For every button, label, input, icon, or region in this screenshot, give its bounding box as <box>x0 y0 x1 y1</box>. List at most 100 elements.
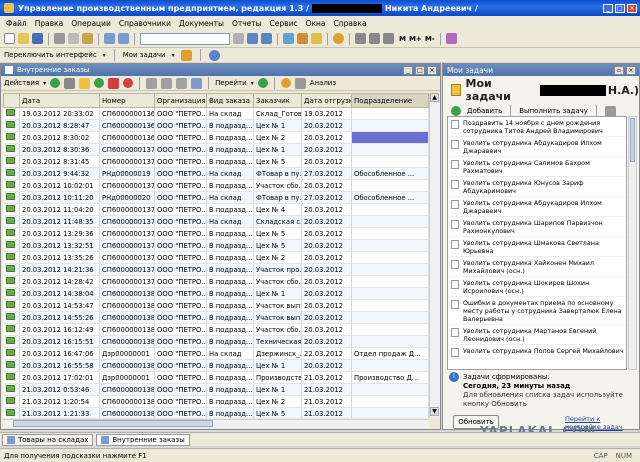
task-item[interactable]: Уволить сотрудника Шокиров Шохин Исроило… <box>448 277 626 297</box>
table-cell[interactable]: 20.03.2012 10:02:01 <box>19 179 100 192</box>
table-row[interactable]: 20.03.2012 14:21:36 СП60000001378 ООО "ПЕТ… <box>3 263 429 276</box>
table-cell[interactable] <box>351 383 429 396</box>
table-cell[interactable]: В подразд... <box>206 131 254 144</box>
switch-interface-button[interactable]: Переключить интерфейс <box>4 51 97 59</box>
table-cell[interactable]: Производство Д... <box>351 371 429 384</box>
table-cell[interactable]: ООО "ПЕТРО... <box>154 371 207 384</box>
table-cell[interactable]: Техническая ... <box>253 335 302 348</box>
add-task-button[interactable]: Добавить <box>467 107 502 115</box>
table-cell[interactable] <box>351 179 429 192</box>
go-menu[interactable]: Перейти <box>215 79 247 87</box>
table-cell[interactable]: СП60000001369 <box>99 131 155 144</box>
task-item[interactable]: Уволить сотрудника Хайконен Михаил Михай… <box>448 257 626 277</box>
table-cell[interactable]: ООО "ПЕТРО... <box>154 407 207 418</box>
add-icon[interactable] <box>50 78 61 88</box>
find-next-icon[interactable] <box>247 33 258 44</box>
panel-pin-button[interactable]: ▫ <box>614 65 624 75</box>
undo-icon[interactable] <box>104 33 115 44</box>
table-cell[interactable]: 20.03.2012 14:38:04 <box>19 287 100 300</box>
table-cell[interactable]: 20.03.2012 14:55:26 <box>19 311 100 324</box>
table-cell[interactable]: СП60000001367 <box>99 107 155 120</box>
table-cell[interactable]: Цех № 1 <box>253 287 302 300</box>
my-tasks-button[interactable]: Мои задачи <box>123 51 166 59</box>
table-cell[interactable] <box>351 359 429 372</box>
save-icon[interactable] <box>32 33 43 44</box>
table-cell[interactable]: ООО "ПЕТРО... <box>154 287 207 300</box>
table-cell[interactable]: 20.03.2012 <box>301 287 352 300</box>
table-row[interactable]: 20.03.2012 13:32:51 СП60000001376 ООО "ПЕТ… <box>3 239 429 252</box>
table-cell[interactable]: Цех № 2 <box>253 395 302 408</box>
table-row[interactable]: 20.03.2012 14:38:04 СП60000001380 ООО "ПЕТ… <box>3 287 429 300</box>
menu-item[interactable]: Операции <box>71 19 111 28</box>
table-row[interactable]: 21.03.2012 0:53:46 СП60000001386 ООО "ПЕТР… <box>3 383 429 396</box>
table-cell[interactable]: ООО "ПЕТРО... <box>154 215 207 228</box>
table-cell[interactable] <box>351 227 429 240</box>
table-cell[interactable]: СП60000001383 <box>99 323 155 336</box>
open-folder-icon[interactable] <box>18 33 29 44</box>
table-cell[interactable]: 20.03.2012 <box>301 311 352 324</box>
calculator-icon[interactable] <box>297 33 308 44</box>
chevron-down-icon[interactable]: ▾ <box>251 80 254 87</box>
table-cell[interactable]: 27.03.2012 <box>301 191 352 204</box>
table-cell[interactable]: ФТовар в пу... <box>253 167 302 180</box>
table-row[interactable]: 20.03.2012 16:12:49 СП60000001383 ООО "ПЕТ… <box>3 323 429 336</box>
table-cell[interactable]: 21.03.2012 1:20:54 <box>19 395 100 408</box>
analysis-button[interactable]: Анализ <box>310 79 336 87</box>
table-cell[interactable]: 20.03.2012 16:55:58 <box>19 359 100 372</box>
table-cell[interactable]: ООО "ПЕТРО... <box>154 263 207 276</box>
table-cell[interactable]: Цех № 5 <box>253 239 302 252</box>
table-cell[interactable]: СП60000001372 <box>99 179 155 192</box>
table-cell[interactable]: Отдел продаж Д... <box>351 347 429 360</box>
table-cell[interactable]: 21.03.2012 <box>301 407 352 418</box>
sort-icon[interactable] <box>191 77 203 89</box>
window-minimize-button[interactable]: _ <box>403 65 413 75</box>
edit-row-icon[interactable] <box>79 77 91 89</box>
table-cell[interactable]: СП60000001383 <box>99 311 155 324</box>
table-row[interactable]: 20.03.2012 16:47:06 Дзр00000001 ООО "ПЕТРО… <box>3 347 429 360</box>
table-cell[interactable]: ООО "ПЕТРО... <box>154 239 207 252</box>
column-header[interactable]: Организация <box>154 93 207 108</box>
table-cell[interactable]: 20.03.2012 <box>301 239 352 252</box>
table-cell[interactable]: В подразд... <box>206 299 254 312</box>
table-cell[interactable]: 21.03.2012 <box>301 371 352 384</box>
table-cell[interactable] <box>351 239 429 252</box>
complete-task-button[interactable]: Выполнить задачу <box>519 107 588 115</box>
menu-item[interactable]: Отчеты <box>232 19 262 28</box>
menu-item[interactable]: Окна <box>306 19 326 28</box>
table-cell[interactable]: 20.03.2012 <box>301 227 352 240</box>
table-cell[interactable]: 20.03.2012 <box>301 215 352 228</box>
close-button[interactable]: × <box>627 3 637 13</box>
table-row[interactable]: 20.03.2012 11:48:35 СП60000001374 ООО "ПЕТ… <box>3 215 429 228</box>
new-document-icon[interactable] <box>4 33 15 44</box>
table-cell[interactable]: ООО "ПЕТРО... <box>154 191 207 204</box>
table-cell[interactable]: В подразд... <box>206 371 254 384</box>
table-cell[interactable]: В подразд... <box>206 395 254 408</box>
table-cell[interactable] <box>351 395 429 408</box>
table-cell[interactable]: ООО "ПЕТРО... <box>154 107 207 120</box>
table-row[interactable]: 19.03.2012 20:33:02 СП60000001367 ООО "ПЕТ… <box>3 107 429 120</box>
table-cell[interactable]: 21.03.2012 1:21:33 <box>19 407 100 418</box>
table-cell[interactable] <box>351 155 429 168</box>
table-cell[interactable]: Цех № 1 <box>253 119 302 132</box>
search-combo[interactable] <box>140 32 230 45</box>
table-cell[interactable]: РНд00000019 <box>99 167 155 180</box>
table-cell[interactable]: На склад <box>206 107 254 120</box>
table-cell[interactable]: На склад <box>206 215 254 228</box>
table-cell[interactable]: 20.03.2012 16:12:49 <box>19 323 100 336</box>
table-cell[interactable]: Цех № 5 <box>253 155 302 168</box>
actions-menu[interactable]: Действия <box>4 79 39 87</box>
table-cell[interactable]: Обособленное ... <box>351 191 429 204</box>
chevron-down-icon[interactable]: ▾ <box>43 80 46 87</box>
table-cell[interactable] <box>351 407 429 418</box>
post-icon[interactable] <box>94 78 105 88</box>
table-cell[interactable]: Цех № 1 <box>253 143 302 156</box>
table-cell[interactable]: 20.03.2012 14:53:47 <box>19 299 100 312</box>
table-cell[interactable]: ФТовар в пу... <box>253 191 302 204</box>
chevron-down-icon[interactable]: ▾ <box>172 52 175 59</box>
table-cell[interactable] <box>351 203 429 216</box>
table-cell[interactable]: ООО "ПЕТРО... <box>154 347 207 360</box>
column-header[interactable]: Заказчик <box>253 93 302 108</box>
table-row[interactable]: 20.03.2012 8:30:36 СП60000001370 ООО "ПЕТР… <box>3 143 429 156</box>
table-cell[interactable]: 20.03.2012 <box>301 131 352 144</box>
unpost-icon[interactable] <box>123 78 134 88</box>
